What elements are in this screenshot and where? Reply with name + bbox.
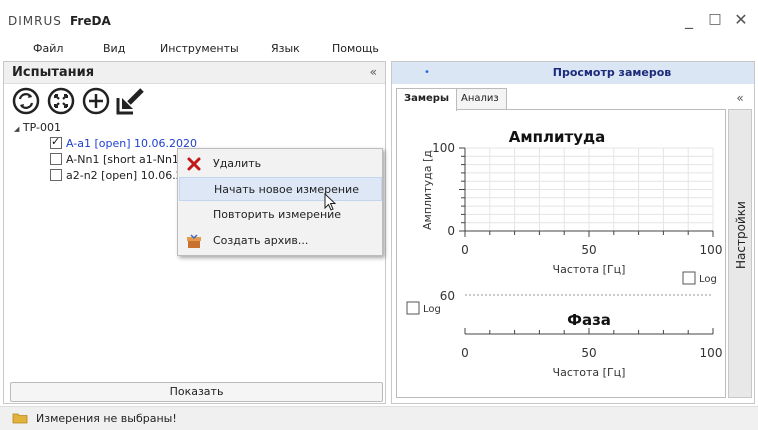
tree-root-label: TP-001	[22, 121, 61, 134]
collapse-settings-button[interactable]: «	[729, 91, 751, 107]
collapse-left-button[interactable]: «	[370, 65, 377, 79]
phase-ytick-60: 60	[440, 289, 455, 303]
tree-root[interactable]: ◢ TP-001	[14, 121, 61, 134]
maximize-button[interactable]: □	[702, 11, 728, 27]
amplitude-ticks	[459, 147, 714, 237]
amplitude-xtick-100: 100	[700, 243, 723, 257]
menu-tools[interactable]: Инструменты	[160, 42, 239, 55]
context-item-label: Повторить измерение	[213, 208, 342, 221]
expand-all-icon[interactable]	[46, 86, 76, 116]
tab-analysis[interactable]: Анализ	[453, 88, 507, 110]
menu-bar: Файл Вид Инструменты Язык Помощь	[0, 38, 400, 60]
context-item-create-archive[interactable]: Создать архив...	[179, 229, 382, 253]
add-icon[interactable]	[81, 86, 111, 116]
phase-xtick-50: 50	[581, 346, 596, 360]
amplitude-log-label: Log	[699, 274, 717, 285]
context-item-delete[interactable]: Удалить	[179, 152, 382, 176]
context-menu: Удалить Начать новое измерение Повторить…	[177, 148, 383, 256]
app-name: FreDA	[70, 14, 111, 28]
tree-item-checkbox[interactable]	[50, 135, 62, 149]
amplitude-xlabel: Частота [Гц]	[553, 263, 626, 276]
title-bar: DIMRUS FreDA _ □ ✕	[0, 0, 758, 36]
context-item-repeat-measurement[interactable]: Повторить измерение	[179, 203, 382, 227]
amplitude-xtick-0: 0	[461, 243, 469, 257]
phase-ticks	[464, 328, 714, 334]
status-text: Измерения не выбраны!	[36, 412, 177, 425]
status-bar: Измерения не выбраны!	[0, 406, 758, 430]
phase-log-checkbox[interactable]	[406, 301, 420, 315]
amplitude-ylabel: Амплитуда [д	[421, 150, 434, 230]
amplitude-xtick-50: 50	[581, 243, 596, 257]
folder-icon	[12, 413, 28, 424]
menu-language[interactable]: Язык	[271, 42, 300, 55]
tree-item-checkbox[interactable]	[50, 153, 62, 165]
tree-item-label: a2-n2 [open] 10.06.20	[66, 169, 190, 182]
app-logo: DIMRUS	[8, 14, 62, 28]
tests-panel-title: Испытания	[12, 65, 95, 80]
measurements-panel-header: • Просмотр замеров	[392, 62, 754, 84]
mouse-cursor-icon	[324, 193, 337, 211]
tests-panel-header: Испытания «	[4, 62, 385, 84]
context-item-new-measurement[interactable]: Начать новое измерение	[179, 177, 382, 201]
settings-label: Настройки	[734, 201, 748, 269]
context-item-label: Удалить	[213, 157, 262, 170]
settings-strip[interactable]: Настройки	[728, 109, 752, 398]
measurements-panel: • Просмотр замеров Замеры Анализ Амплиту…	[391, 61, 755, 404]
refresh-icon[interactable]	[11, 86, 41, 116]
tree-item-label: A-Nn1 [short a1-Nn1]	[66, 153, 184, 166]
panel-indicator-dot: •	[424, 67, 430, 78]
minimize-button[interactable]: _	[676, 10, 702, 29]
amplitude-grid	[464, 147, 714, 232]
import-icon[interactable]	[115, 86, 145, 116]
tree-toggle-icon[interactable]: ◢	[14, 125, 19, 133]
tree-item[interactable]: A-Nn1 [short a1-Nn1]	[50, 153, 183, 166]
charts-svg: Амплитуда Амплитуда [д 0 100 0 50 100 Ча…	[406, 128, 723, 379]
amplitude-chart-title: Амплитуда	[509, 128, 605, 146]
amplitude-ytick-100: 100	[432, 141, 455, 155]
phase-xlabel: Частота [Гц]	[553, 366, 626, 379]
menu-file[interactable]: Файл	[33, 42, 63, 55]
tree-item[interactable]: A-a1 [open] 10.06.2020	[50, 135, 197, 150]
amplitude-log-checkbox[interactable]	[682, 271, 696, 285]
phase-xtick-100: 100	[700, 346, 723, 360]
measurements-panel-title: Просмотр замеров	[552, 66, 672, 79]
show-button[interactable]: Показать	[10, 382, 383, 402]
amplitude-ytick-0: 0	[447, 224, 455, 238]
archive-icon	[187, 234, 201, 248]
menu-help[interactable]: Помощь	[332, 42, 379, 55]
tree-item-checkbox[interactable]	[50, 169, 62, 181]
phase-xtick-0: 0	[461, 346, 469, 360]
menu-view[interactable]: Вид	[103, 42, 125, 55]
phase-log-label: Log	[423, 304, 441, 315]
phase-chart-title: Фаза	[567, 311, 611, 329]
close-button[interactable]: ✕	[728, 10, 754, 29]
delete-x-icon	[187, 157, 201, 171]
chart-frame: Амплитуда Амплитуда [д 0 100 0 50 100 Ча…	[396, 109, 726, 398]
tree-item[interactable]: a2-n2 [open] 10.06.20	[50, 169, 190, 182]
tab-measurements[interactable]: Замеры	[396, 88, 458, 111]
context-item-label: Создать архив...	[213, 234, 309, 247]
